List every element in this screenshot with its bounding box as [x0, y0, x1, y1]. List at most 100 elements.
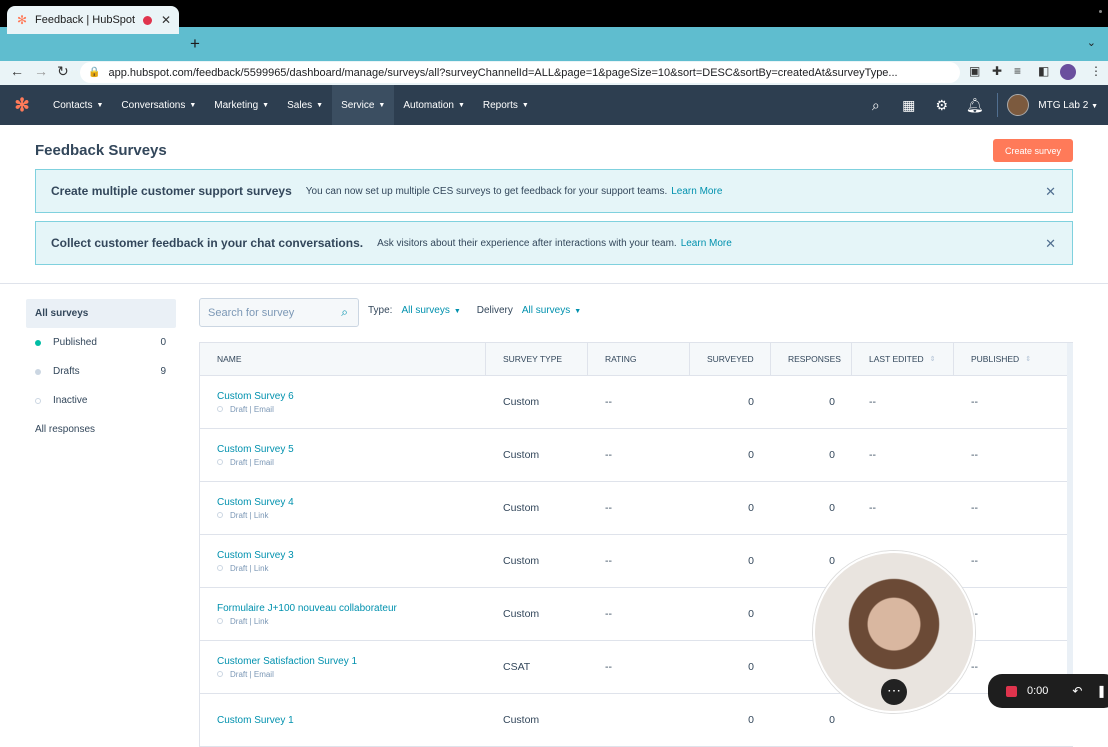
lock-icon: 🔒 [88, 67, 101, 78]
search-icon[interactable]: ⌕ [859, 97, 892, 114]
column-header-surveyed: SURVEYED [690, 342, 771, 376]
survey-name-link[interactable]: Customer Satisfaction Survey 1 [217, 656, 486, 667]
filter-bar: Type: All surveys ▼ Delivery All surveys ▼ [368, 305, 597, 316]
survey-sidebar: All surveys Published 0 Drafts 9 Inactiv… [26, 299, 176, 444]
page-title: Feedback Surveys [35, 142, 167, 159]
chevron-down-icon: ▼ [457, 101, 465, 109]
cell-responses: 0 [829, 449, 835, 461]
cell-surveyed: 0 [748, 714, 754, 726]
nav-conversations[interactable]: Conversations ▼ [112, 85, 205, 125]
nav-label: Marketing [214, 99, 259, 111]
profile-avatar[interactable] [1060, 64, 1076, 80]
user-avatar[interactable] [1007, 94, 1030, 116]
cell-surveyed: 0 [748, 661, 754, 673]
webcam-bubble[interactable]: ⋯ [813, 551, 975, 713]
cell-last-edited: -- [869, 502, 876, 514]
column-label: PUBLISHED [971, 354, 1020, 364]
browser-tab[interactable]: ✻ Feedback | HubSpot ✕ [7, 6, 179, 34]
cell-surveyed: 0 [748, 449, 754, 461]
close-icon[interactable]: ✕ [1045, 236, 1056, 252]
chevron-down-icon: ▼ [378, 101, 386, 109]
search-input[interactable]: Search for survey ⌕ [199, 298, 359, 327]
tab-search-chevron-icon[interactable]: ⌄ [1087, 36, 1096, 49]
learn-more-link[interactable]: Learn More [681, 238, 732, 249]
account-menu[interactable]: MTG Lab 2 ▼ [1038, 100, 1098, 111]
hubspot-navbar: ✻ Contacts ▼ Conversations ▼ Marketing ▼ Sa… [0, 85, 1108, 125]
delivery-filter-dropdown[interactable]: All surveys ▼ [522, 305, 581, 316]
reload-icon[interactable]: ↻ [57, 63, 69, 80]
sidebar-item-all-responses[interactable]: All responses [26, 415, 176, 444]
cell-name: Custom Survey 6 Draft | Email [200, 391, 486, 414]
survey-name-link[interactable]: Formulaire J+100 nouveau collaborateur [217, 603, 486, 614]
cell-name: Formulaire J+100 nouveau collaborateur Dr… [200, 603, 486, 626]
chevron-down-icon: ▼ [96, 101, 104, 109]
nav-sales[interactable]: Sales ▼ [278, 85, 332, 125]
type-filter-dropdown[interactable]: All surveys ▼ [401, 305, 460, 316]
browser-menu-icon[interactable]: ⋮ [1090, 64, 1102, 78]
column-header-survey-type: SURVEY TYPE [486, 342, 588, 376]
learn-more-link[interactable]: Learn More [671, 186, 722, 197]
navbar-right: ⌕ ▦ ⚙ 🔔︎ MTG Lab 2 ▼ [859, 85, 1108, 125]
column-header-last-edited[interactable]: LAST EDITED ⇕ [852, 342, 954, 376]
sidebar-item-drafts[interactable]: Drafts 9 [26, 357, 176, 386]
marketplace-icon[interactable]: ▦ [892, 97, 925, 114]
close-tab-icon[interactable]: ✕ [161, 13, 171, 27]
nav-label: Contacts [53, 99, 93, 111]
column-header-name: NAME [200, 342, 486, 376]
search-icon[interactable]: ⌕ [341, 305, 348, 320]
create-survey-button[interactable]: Create survey [993, 139, 1073, 162]
nav-label: Sales [287, 99, 313, 111]
forward-icon[interactable]: → [34, 63, 48, 79]
cell-name: Custom Survey 1 [200, 715, 486, 726]
cell-surveyed: 0 [748, 608, 754, 620]
url-text: app.hubspot.com/feedback/5599965/dashboa… [108, 66, 898, 79]
table-row[interactable]: Custom Survey 5 Draft | Email Custom -- 0 0 --… [199, 429, 1073, 482]
survey-status: Draft | Link [217, 511, 486, 520]
status-dot-icon [217, 565, 223, 571]
settings-gear-icon[interactable]: ⚙ [925, 97, 958, 114]
more-options-icon[interactable]: ⋯ [881, 679, 907, 705]
survey-name-link[interactable]: Custom Survey 3 [217, 550, 486, 561]
table-row[interactable]: Custom Survey 4 Draft | Link Custom -- 0 0 -- -… [199, 482, 1073, 535]
cell-last-edited: -- [869, 449, 876, 461]
reading-list-icon[interactable]: ≡ [1014, 64, 1021, 78]
survey-status-text: Draft | Link [230, 616, 269, 626]
puzzle-icon[interactable]: ✚ [992, 64, 1002, 78]
back-icon[interactable]: ← [10, 63, 24, 79]
table-row[interactable]: Custom Survey 1 Custom 0 0 [199, 694, 1073, 747]
sidepanel-icon[interactable]: ◧ [1038, 64, 1049, 78]
table-row[interactable]: Custom Survey 6 Draft | Email Custom -- 0 0 --… [199, 376, 1073, 429]
nav-service[interactable]: Service ▼ [332, 85, 395, 125]
cell-surveyed: 0 [748, 555, 754, 567]
new-tab-icon[interactable]: + [190, 34, 200, 54]
nav-reports[interactable]: Reports ▼ [474, 85, 538, 125]
survey-name-link[interactable]: Custom Survey 1 [217, 715, 486, 726]
notifications-bell-icon[interactable]: 🔔︎ [958, 97, 991, 114]
close-icon[interactable]: ✕ [1045, 184, 1056, 200]
table-scrollbar[interactable] [1067, 343, 1073, 703]
cell-responses: 0 [829, 714, 835, 726]
cell-published: -- [971, 502, 978, 514]
status-dot-icon [217, 459, 223, 465]
extension-icon[interactable]: ▣ [969, 64, 980, 78]
survey-name-link[interactable]: Custom Survey 4 [217, 497, 486, 508]
restart-icon[interactable]: ↶ [1072, 684, 1082, 698]
nav-automation[interactable]: Automation ▼ [394, 85, 474, 125]
nav-marketing[interactable]: Marketing ▼ [205, 85, 278, 125]
column-header-published[interactable]: PUBLISHED ⇕ [954, 342, 1068, 376]
survey-name-link[interactable]: Custom Survey 6 [217, 391, 486, 402]
sidebar-item-published[interactable]: Published 0 [26, 328, 176, 357]
pause-icon[interactable]: ❚❚ [1096, 684, 1108, 698]
sidebar-item-all-surveys[interactable]: All surveys [26, 299, 176, 328]
cell-surveyed: 0 [748, 502, 754, 514]
sidebar-item-inactive[interactable]: Inactive [26, 386, 176, 415]
hubspot-logo-icon[interactable]: ✻ [0, 95, 44, 116]
cell-name: Custom Survey 4 Draft | Link [200, 497, 486, 520]
survey-status: Draft | Email [217, 458, 486, 467]
survey-name-link[interactable]: Custom Survey 5 [217, 444, 486, 455]
survey-status-text: Draft | Email [230, 404, 274, 414]
recording-controls: 0:00 ↶ ❚❚ [988, 674, 1108, 708]
nav-contacts[interactable]: Contacts ▼ [44, 85, 112, 125]
stop-recording-icon[interactable] [1006, 685, 1017, 697]
url-field[interactable]: 🔒 app.hubspot.com/feedback/5599965/dashb… [80, 62, 960, 83]
